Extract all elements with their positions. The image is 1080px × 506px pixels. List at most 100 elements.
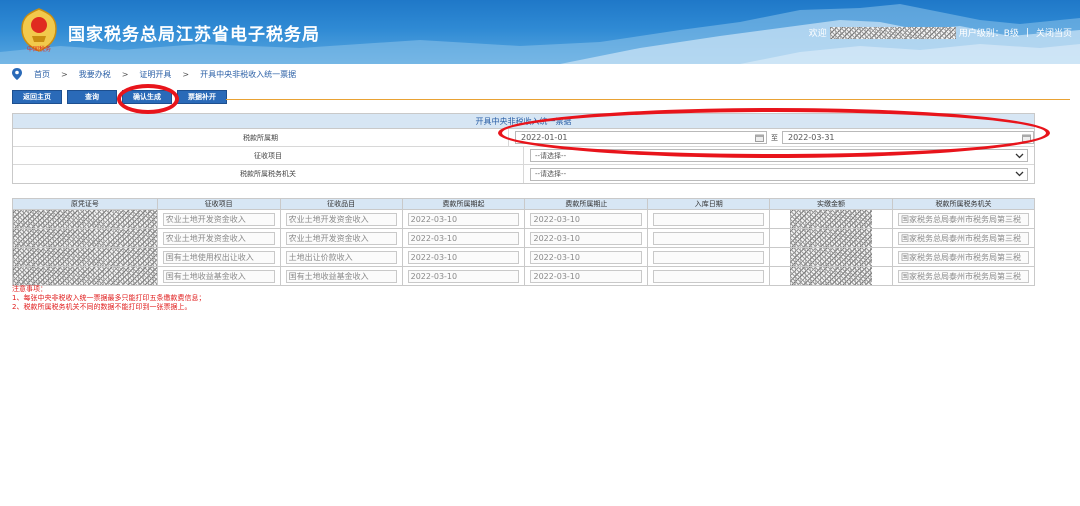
date-value	[653, 212, 765, 226]
end-cell: 2022-03-10	[524, 247, 649, 267]
authority-label: 税款所属税务机关	[13, 165, 524, 183]
breadcrumb-arrow: >	[61, 69, 68, 79]
end-value: 2022-03-10	[530, 212, 643, 226]
table-row: 国有土地收益基金收入 国有土地收益基金收入 2022-03-10 2022-03…	[12, 266, 1036, 286]
redacted-amount	[790, 229, 872, 247]
breadcrumb-tax[interactable]: 我要办税	[79, 69, 111, 80]
authority-select[interactable]: --请选择--	[530, 167, 1028, 181]
period-label: 税款所属期	[13, 129, 509, 146]
authority-cell: 国家税务总局泰州市税务局第三税	[891, 247, 1036, 267]
highlight-circle-period	[498, 108, 1050, 158]
table-row: 农业土地开发资金收入 农业土地开发资金收入 2022-03-10 2022-03…	[12, 209, 1036, 229]
redacted-username	[829, 26, 956, 39]
note-item: 2、税款所属税务机关不同的数据不能打印到一张票据上。	[12, 303, 192, 311]
redacted-voucher	[13, 267, 157, 285]
table-row: 国有土地使用权出让收入 土地出让价款收入 2022-03-10 2022-03-…	[12, 247, 1036, 267]
note-item: 1、每张中央非税收入统一票据最多只能打印五条缴款费信息；	[12, 294, 206, 302]
voucher-cell	[12, 247, 158, 267]
authority-row: 税款所属税务机关 --请选择--	[13, 165, 1034, 183]
separator: |	[1025, 27, 1029, 38]
amount-cell	[769, 247, 893, 267]
chevron-down-icon	[1015, 153, 1024, 158]
authority-cell: 国家税务总局泰州市税务局第三税	[891, 209, 1036, 229]
highlight-circle-confirm	[117, 84, 179, 114]
header-banner: 中国税务 国家税务总局江苏省电子税务局 欢迎 用户级别：B级 | 关闭当页	[0, 0, 1080, 64]
date-cell	[647, 209, 771, 229]
results-table: 原凭证号 征收项目 征收品目 费款所属期起 费款所属期止 入库日期 实缴金额 税…	[12, 198, 1036, 286]
start-cell: 2022-03-10	[401, 228, 526, 248]
subitem-value: 土地出让价款收入	[285, 250, 397, 264]
authority-value: 国家税务总局泰州市税务局第三税	[897, 250, 1029, 264]
breadcrumb-arrow: >	[121, 69, 129, 79]
notes-title: 注意事项：	[12, 285, 47, 293]
authority-value: 国家税务总局泰州市税务局第三税	[897, 231, 1029, 245]
redacted-amount	[790, 248, 872, 266]
voucher-cell	[12, 209, 158, 229]
start-value: 2022-03-10	[407, 269, 520, 283]
col-date: 入库日期	[647, 198, 771, 210]
authority-value: 国家税务总局泰州市税务局第三税	[897, 269, 1029, 283]
start-cell: 2022-03-10	[401, 266, 526, 286]
date-value	[653, 269, 765, 283]
authority-field: --请选择--	[524, 165, 1034, 183]
voucher-cell	[12, 266, 158, 286]
end-value: 2022-03-10	[530, 250, 643, 264]
col-subitem: 征收品目	[279, 198, 403, 210]
query-button[interactable]: 查询	[67, 90, 117, 104]
end-cell: 2022-03-10	[524, 209, 649, 229]
amount-cell	[769, 228, 893, 248]
item-cell: 农业土地开发资金收入	[156, 228, 281, 248]
table-header-row: 原凭证号 征收项目 征收品目 费款所属期起 费款所属期止 入库日期 实缴金额 税…	[12, 198, 1036, 210]
chevron-down-icon	[1015, 171, 1024, 177]
date-cell	[647, 266, 771, 286]
start-cell: 2022-03-10	[401, 247, 526, 267]
close-page-link[interactable]: 关闭当页	[1036, 26, 1072, 39]
subitem-cell: 国有土地收益基金收入	[279, 266, 403, 286]
item-value: 国有土地收益基金收入	[162, 269, 275, 283]
breadcrumb-arrow: >	[182, 69, 190, 79]
end-value: 2022-03-10	[530, 231, 643, 245]
amount-cell	[769, 266, 893, 286]
subitem-cell: 土地出让价款收入	[279, 247, 403, 267]
tax-emblem-logo: 中国税务	[21, 8, 57, 53]
logo-caption: 中国税务	[27, 45, 51, 53]
item-value: 国有土地使用权出让收入	[162, 250, 275, 264]
user-bar: 欢迎 用户级别：B级 | 关闭当页	[809, 26, 1072, 39]
location-pin-icon	[12, 68, 22, 80]
col-start: 费款所属期起	[401, 198, 526, 210]
subitem-cell: 农业土地开发资金收入	[279, 228, 403, 248]
col-voucher: 原凭证号	[12, 198, 158, 210]
user-level: 用户级别：B级	[958, 29, 1019, 39]
redacted-amount	[790, 210, 872, 228]
end-cell: 2022-03-10	[524, 228, 649, 248]
col-authority: 税款所属税务机关	[891, 198, 1036, 210]
reissue-button[interactable]: 票据补开	[177, 90, 227, 104]
date-value	[653, 231, 765, 245]
col-amount: 实缴金额	[769, 198, 893, 210]
col-item: 征收项目	[156, 198, 281, 210]
subitem-value: 农业土地开发资金收入	[285, 231, 397, 245]
start-value: 2022-03-10	[407, 250, 520, 264]
redacted-voucher	[13, 248, 157, 266]
date-cell	[647, 228, 771, 248]
breadcrumb-certificate[interactable]: 证明开具	[139, 69, 171, 80]
item-cell: 国有土地收益基金收入	[156, 266, 281, 286]
voucher-cell	[12, 228, 158, 248]
start-value: 2022-03-10	[407, 212, 520, 226]
item-cell: 国有土地使用权出让收入	[156, 247, 281, 267]
site-title: 国家税务总局江苏省电子税务局	[68, 25, 320, 45]
item-label: 征收项目	[13, 147, 524, 164]
authority-select-value: --请选择--	[535, 170, 567, 178]
breadcrumb-current: 开具中央非税收入统一票据	[200, 69, 297, 79]
item-value: 农业土地开发资金收入	[162, 212, 275, 226]
breadcrumb-home[interactable]: 首页	[34, 69, 50, 80]
end-cell: 2022-03-10	[524, 266, 649, 286]
back-home-button[interactable]: 返回主页	[12, 90, 62, 104]
notes: 注意事项： 1、每张中央非税收入统一票据最多只能打印五条缴款费信息； 2、税款所…	[12, 285, 205, 312]
date-cell	[647, 247, 771, 267]
authority-value: 国家税务总局泰州市税务局第三税	[897, 212, 1029, 226]
toolbar-divider	[226, 99, 1070, 100]
col-end: 费款所属期止	[524, 198, 649, 210]
authority-cell: 国家税务总局泰州市税务局第三税	[891, 266, 1036, 286]
subitem-value: 国有土地收益基金收入	[285, 269, 397, 283]
